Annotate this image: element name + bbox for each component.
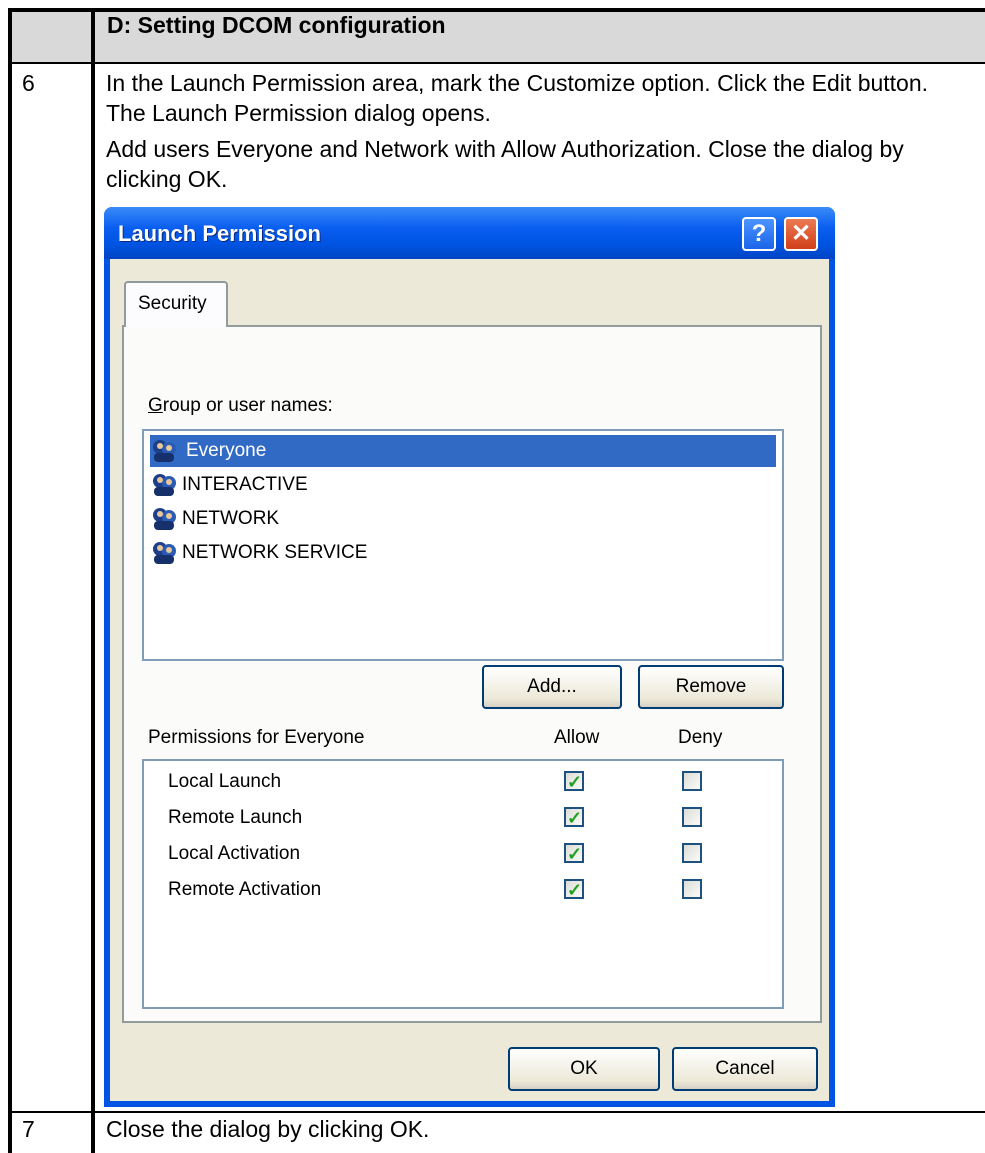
section-title: D: Setting DCOM configuration [107,12,446,38]
add-user-button-label: Add... [527,676,577,697]
deny-checkbox[interactable] [682,771,702,791]
deny-checkbox[interactable] [682,807,702,827]
list-item[interactable]: Everyone [150,435,776,467]
allow-checkbox[interactable] [564,765,584,799]
allow-column-header: Allow [554,727,600,748]
step-paragraph: Close the dialog by clicking OK. [106,1116,430,1142]
group-names-label: Group or user names: [148,395,333,416]
permission-row: Remote Launch [168,801,768,835]
table-column-border [91,62,95,1153]
cancel-button[interactable]: Cancel [672,1047,818,1091]
allow-checkbox[interactable] [564,801,584,835]
permission-name: Remote Activation [168,879,322,900]
user-name: NETWORK [182,508,280,529]
step-paragraph: Add users Everyone and Network with Allo… [106,136,904,192]
deny-column-header: Deny [678,727,723,748]
user-group-icon [150,540,180,566]
deny-checkbox[interactable] [682,843,702,863]
permission-name: Remote Launch [168,807,303,828]
close-button[interactable]: ✕ [784,217,818,251]
remove-user-button-label: Remove [675,676,747,697]
row-separator [8,1111,985,1113]
permissions-label: Permissions for Everyone [148,727,365,748]
dialog-title: Launch Permission [118,221,321,246]
close-icon: ✕ [790,220,812,247]
permission-row: Local Activation [168,837,768,871]
help-button[interactable]: ? [742,217,776,251]
ok-button[interactable]: OK [508,1047,660,1091]
user-list[interactable]: Everyone INTERACTIVE NETWORK NETWORK SER… [142,429,784,661]
group-names-label-rest: roup or user names: [162,395,333,416]
table-left-border [8,8,12,1153]
permission-name: Local Activation [168,843,301,864]
column-divider [91,12,95,64]
user-name: INTERACTIVE [182,474,308,495]
user-group-icon [150,472,180,498]
remove-user-button[interactable]: Remove [638,665,784,709]
user-name: NETWORK SERVICE [182,542,368,563]
ok-button-label: OK [570,1058,598,1079]
tab-security-label: Security [138,293,207,314]
permission-row: Remote Activation [168,873,768,907]
step-paragraph: In the Launch Permission area, mark the … [106,70,929,126]
list-item[interactable]: INTERACTIVE [150,469,776,501]
dialog-titlebar[interactable]: Launch Permission ? ✕ [104,207,835,259]
allow-checkbox[interactable] [564,837,584,871]
deny-checkbox[interactable] [682,879,702,899]
list-item[interactable]: NETWORK SERVICE [150,537,776,569]
step-number: 7 [22,1116,35,1142]
permission-row: Local Launch [168,765,768,799]
list-item[interactable]: NETWORK [150,503,776,535]
cancel-button-label: Cancel [715,1058,775,1079]
add-user-button[interactable]: Add... [482,665,622,709]
user-group-icon [150,438,180,464]
user-group-icon [150,506,180,532]
header-rule [8,62,985,64]
user-name: Everyone [182,440,271,461]
allow-checkbox[interactable] [564,873,584,907]
dialog-client-area: Security Group or user names: Everyone I… [110,259,829,1101]
launch-permission-dialog: Launch Permission ? ✕ Security Group or … [104,207,835,1107]
tab-security[interactable]: Security [124,281,228,327]
help-icon: ? [751,220,767,247]
permissions-list[interactable]: Local Launch Remote Launch Local Activat… [142,759,784,1009]
permission-name: Local Launch [168,771,282,792]
step-number: 6 [22,70,35,96]
